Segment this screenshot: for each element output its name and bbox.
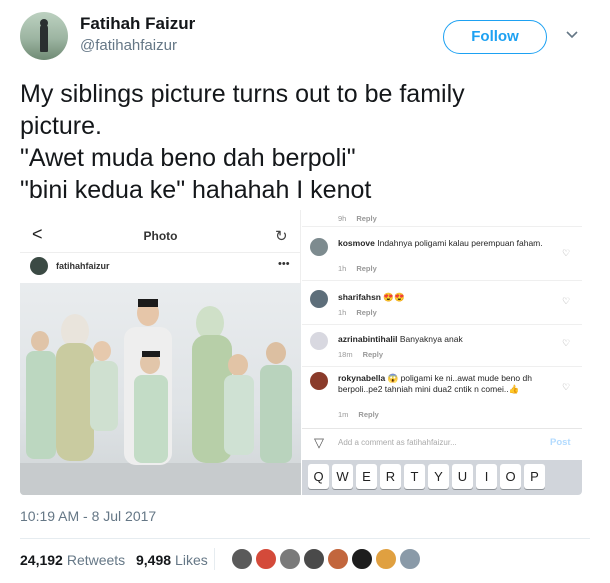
comment-time: 9h (338, 214, 347, 223)
author-handle[interactable]: @fatihahfaizur (80, 37, 177, 54)
tweet-line: picture. (20, 112, 102, 140)
comment-item: sharifahsn 😍😍 1h Reply ♡ (302, 288, 582, 324)
retweets-stat[interactable]: 24,192 Retweets (20, 552, 125, 568)
author-avatar[interactable] (20, 12, 68, 60)
keyboard-key: P (524, 464, 545, 489)
comment-body: 😍😍 (383, 292, 405, 302)
tweet-timestamp[interactable]: 10:19 AM - 8 Jul 2017 (20, 508, 156, 524)
liker-avatar[interactable] (398, 547, 422, 571)
comment-time: 1h (338, 264, 347, 273)
instagram-username: fatihahfaizur (56, 261, 110, 271)
family-photo-illustration (20, 299, 301, 495)
divider (302, 324, 582, 325)
liker-avatar[interactable] (374, 547, 398, 571)
comment-text: azrinabintihalil Banyaknya anak (338, 334, 543, 345)
instagram-title: Photo (143, 229, 178, 243)
comment-text: sharifahsn 😍😍 (338, 292, 543, 303)
keyboard-key: I (476, 464, 497, 489)
liker-avatar[interactable] (278, 547, 302, 571)
comment-text: kosmove Indahnya poligami kalau perempua… (338, 238, 543, 249)
likes-label: Likes (175, 552, 208, 568)
add-comment-bar: ▽ Add a comment as fatihahfaizur... Post (302, 428, 582, 456)
reply-link: Reply (358, 410, 379, 419)
comment-username: sharifahsn (338, 292, 381, 302)
heart-icon: ♡ (562, 382, 571, 392)
keyboard-key: W (332, 464, 353, 489)
more-options-icon: ••• (278, 258, 290, 270)
comment-meta: 1h Reply (338, 264, 377, 273)
comment-avatar (310, 238, 328, 256)
avatar-figure-body (40, 24, 48, 52)
comment-avatar (310, 290, 328, 308)
liker-avatar[interactable] (302, 547, 326, 571)
comment-meta: 1m Reply (338, 410, 379, 419)
comment-body: Indahnya poligami kalau perempuan faham. (377, 238, 543, 248)
retweets-label: Retweets (66, 552, 126, 568)
reply-link: Reply (356, 214, 377, 223)
retweets-count: 24,192 (20, 552, 63, 568)
instagram-user-row: fatihahfaizur ••• (20, 252, 301, 280)
keyboard-key: U (452, 464, 473, 489)
likes-count: 9,498 (136, 552, 172, 568)
divider (302, 226, 582, 227)
divider (302, 280, 582, 281)
add-comment-input: Add a comment as fatihahfaizur... (338, 438, 457, 447)
comment-item: kosmove Indahnya poligami kalau perempua… (302, 234, 582, 278)
filter-icon: ▽ (314, 435, 324, 450)
heart-icon: ♡ (562, 248, 571, 258)
liker-avatar[interactable] (326, 547, 350, 571)
comment-time: 1h (338, 308, 347, 317)
tweet-header: Fatihah Faizur @fatihahfaizur Follow (0, 0, 610, 70)
refresh-icon: ↻ (275, 228, 288, 245)
keyboard-key: E (356, 464, 377, 489)
comment-meta: 18m Reply (338, 350, 383, 359)
heart-icon: ♡ (562, 338, 571, 348)
comment-body: Banyaknya anak (399, 334, 463, 344)
divider (20, 538, 590, 539)
post-button: Post (550, 437, 571, 448)
keyboard-key: Q (308, 464, 329, 489)
instagram-comments-screenshot: 9h Reply kosmove Indahnya poligami kalau … (302, 210, 582, 495)
follow-button[interactable]: Follow (443, 20, 547, 54)
keyboard-key: Y (428, 464, 449, 489)
tweet-line: My siblings picture turns out to be fami… (20, 80, 465, 108)
instagram-photo-screenshot: < Photo ↻ fatihahfaizur ••• (20, 210, 301, 495)
comment-item: rokynabella 😱 poligami ke ni..awat mude … (302, 370, 582, 426)
keyboard: QWERTYUIOP (302, 460, 582, 495)
likers-avatars (230, 547, 470, 573)
reply-link: Reply (356, 264, 377, 273)
tweet-line: "bini kedua ke" hahahah I kenot (20, 176, 372, 204)
chevron-down-icon[interactable] (564, 26, 580, 42)
comment-avatar (310, 372, 328, 390)
tweet-line: "Awet muda beno dah berpoli" (20, 144, 356, 172)
comment-username: azrinabintihalil (338, 334, 398, 344)
comment-username: kosmove (338, 238, 375, 248)
liker-avatar[interactable] (230, 547, 254, 571)
comment-text: rokynabella 😱 poligami ke ni..awat mude … (338, 373, 543, 395)
reply-link: Reply (362, 350, 384, 359)
instagram-top-bar: < Photo ↻ (20, 216, 301, 246)
reply-link: Reply (356, 308, 377, 317)
tweet-media[interactable]: < Photo ↻ fatihahfaizur ••• 9h Reply kos… (20, 210, 582, 495)
liker-avatar[interactable] (350, 547, 374, 571)
comment-time: 1m (338, 410, 349, 419)
comment-username: rokynabella (338, 373, 386, 383)
author-name[interactable]: Fatihah Faizur (80, 14, 195, 34)
liker-avatar[interactable] (254, 547, 278, 571)
keyboard-key: O (500, 464, 521, 489)
instagram-avatar (30, 257, 48, 275)
keyboard-key: T (404, 464, 425, 489)
comment-meta: 1h Reply (338, 308, 377, 317)
comment-avatar (310, 332, 328, 350)
family-photo (20, 283, 301, 495)
comment-meta: 9h Reply (338, 214, 377, 223)
heart-icon: ♡ (562, 296, 571, 306)
comment-time: 18m (338, 350, 353, 359)
divider (214, 548, 215, 570)
tweet-text: My siblings picture turns out to be fami… (20, 78, 590, 206)
divider (302, 366, 582, 367)
likes-stat[interactable]: 9,498 Likes (136, 552, 208, 568)
comment-item: azrinabintihalil Banyaknya anak 18m Reply… (302, 330, 582, 366)
keyboard-key: R (380, 464, 401, 489)
